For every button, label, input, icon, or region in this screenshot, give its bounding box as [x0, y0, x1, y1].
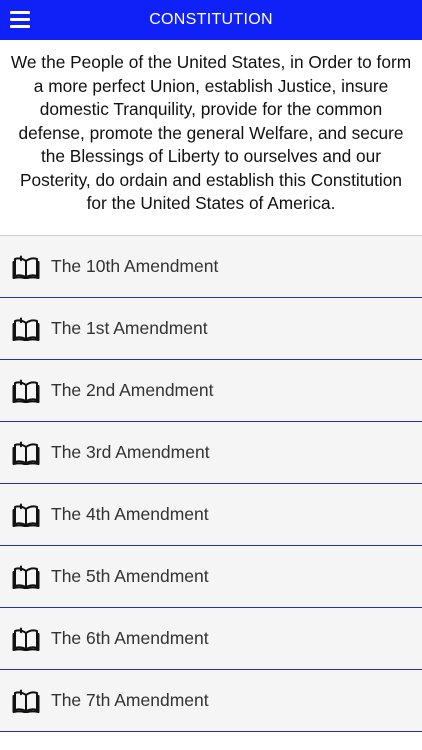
- app-screen: CONSTITUTION We the People of the United…: [0, 0, 422, 750]
- amendment-row-3[interactable]: The 2nd Amendment: [0, 360, 422, 422]
- amendment-row-7[interactable]: The 6th Amendment: [0, 608, 422, 670]
- amendment-row-4[interactable]: The 3rd Amendment: [0, 422, 422, 484]
- book-icon: [11, 316, 41, 342]
- preamble-text: We the People of the United States, in O…: [0, 40, 422, 236]
- book-icon: [11, 564, 41, 590]
- amendment-row-8[interactable]: The 7th Amendment: [0, 670, 422, 732]
- amendment-label: The 6th Amendment: [51, 628, 209, 648]
- page-title: CONSTITUTION: [149, 11, 273, 28]
- book-icon: [11, 502, 41, 528]
- amendment-label: The 10th Amendment: [51, 256, 219, 276]
- menu-line: [10, 11, 30, 14]
- amendment-label: The 2nd Amendment: [51, 380, 214, 400]
- amendment-row-1[interactable]: The 10th Amendment: [0, 236, 422, 298]
- nav-bar: CONSTITUTION: [0, 0, 422, 40]
- book-icon: [11, 378, 41, 404]
- book-icon: [11, 688, 41, 714]
- amendment-row-2[interactable]: The 1st Amendment: [0, 298, 422, 360]
- menu-line: [10, 18, 30, 21]
- book-icon: [11, 440, 41, 466]
- book-icon: [11, 626, 41, 652]
- amendment-row-5[interactable]: The 4th Amendment: [0, 484, 422, 546]
- amendment-label: The 3rd Amendment: [51, 442, 210, 462]
- amendment-label: The 4th Amendment: [51, 504, 209, 524]
- book-icon: [11, 254, 41, 280]
- menu-line: [10, 25, 30, 28]
- hamburger-menu-icon[interactable]: [10, 10, 30, 28]
- amendment-row-6[interactable]: The 5th Amendment: [0, 546, 422, 608]
- amendment-label: The 7th Amendment: [51, 690, 209, 710]
- amendment-list: The 10th Amendment The 1st Amendment The…: [0, 236, 422, 732]
- amendment-label: The 5th Amendment: [51, 566, 209, 586]
- amendment-label: The 1st Amendment: [51, 318, 208, 338]
